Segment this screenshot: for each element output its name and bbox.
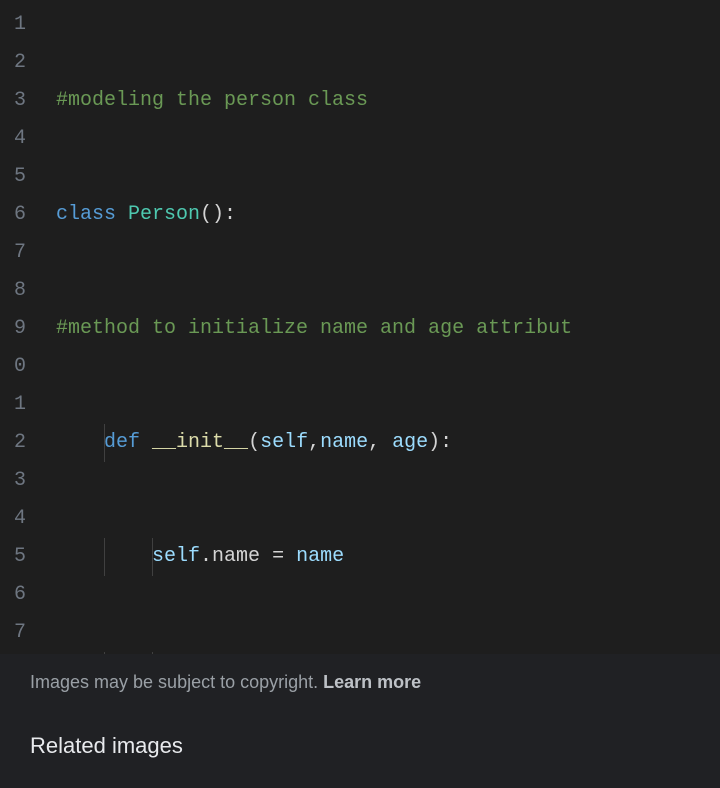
line-number: 8 xyxy=(0,272,26,310)
line-number: 3 xyxy=(0,462,26,500)
copyright-notice: Images may be subject to copyright. Lear… xyxy=(30,672,690,693)
code-line: def __init__(self,name, age): xyxy=(56,424,720,462)
line-number: 1 xyxy=(0,386,26,424)
code-content[interactable]: #modeling the person class class Person(… xyxy=(38,0,720,654)
code-line: #method to initialize name and age attri… xyxy=(56,310,720,348)
line-number: 0 xyxy=(0,348,26,386)
line-number: 7 xyxy=(0,614,26,652)
line-number: 4 xyxy=(0,500,26,538)
line-number: 4 xyxy=(0,120,26,158)
line-number: 3 xyxy=(0,82,26,120)
related-images-heading: Related images xyxy=(30,733,690,759)
code-line: #modeling the person class xyxy=(56,82,720,120)
line-number: 2 xyxy=(0,44,26,82)
line-number: 5 xyxy=(0,538,26,576)
line-number: 5 xyxy=(0,158,26,196)
code-line: self.age = age xyxy=(56,652,720,654)
line-gutter: 1 2 3 4 5 6 7 8 9 0 1 2 3 4 5 6 7 xyxy=(0,0,38,654)
line-number: 9 xyxy=(0,310,26,348)
line-number: 1 xyxy=(0,6,26,44)
footer: Images may be subject to copyright. Lear… xyxy=(0,654,720,788)
copyright-text: Images may be subject to copyright. xyxy=(30,672,323,692)
code-editor[interactable]: 1 2 3 4 5 6 7 8 9 0 1 2 3 4 5 6 7 #model… xyxy=(0,0,720,654)
line-number: 6 xyxy=(0,196,26,234)
line-number: 2 xyxy=(0,424,26,462)
code-line: class Person(): xyxy=(56,196,720,234)
code-line: self.name = name xyxy=(56,538,720,576)
line-number: 7 xyxy=(0,234,26,272)
learn-more-link[interactable]: Learn more xyxy=(323,672,421,692)
line-number: 6 xyxy=(0,576,26,614)
